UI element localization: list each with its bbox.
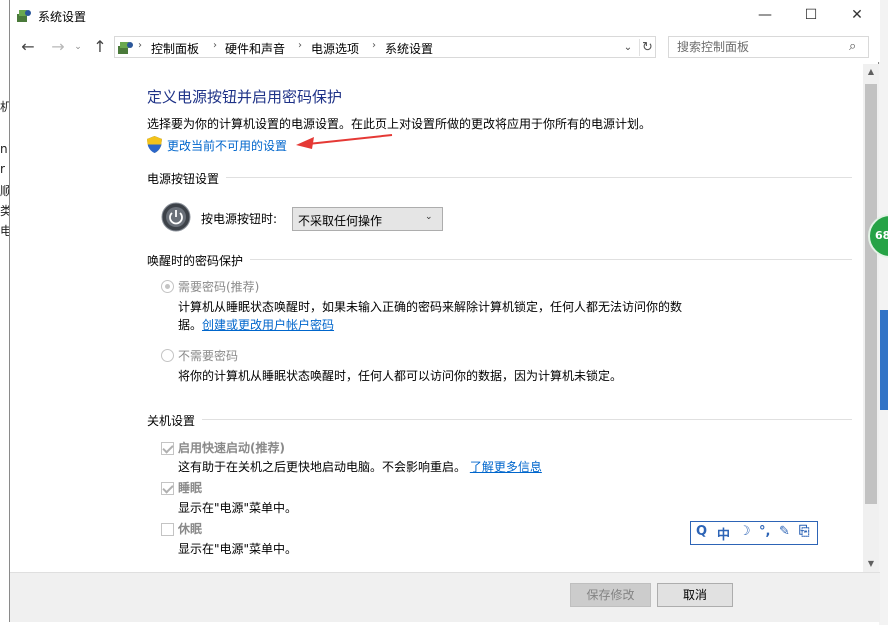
background-text: 电 <box>0 224 9 238</box>
sleep-label: 睡眠 <box>178 481 203 495</box>
require-password-description-tail: 据。 <box>178 318 203 332</box>
background-text: 类 <box>0 204 9 218</box>
fast-startup-checkbox[interactable] <box>161 442 174 455</box>
forward-arrow-icon[interactable]: → <box>48 36 68 58</box>
maximize-button[interactable]: ☐ <box>788 0 834 30</box>
fast-startup-description-text: 这有助于在关机之后更快地启动电脑。不会影响重启。 <box>178 460 467 474</box>
ime-punctuation-icon[interactable]: °, <box>759 524 770 539</box>
ime-clipboard-icon[interactable]: ⎘ <box>799 524 809 539</box>
power-button-action-select[interactable]: 不采取任何操作 ⌄ <box>292 207 443 231</box>
minimize-button[interactable]: — <box>742 0 788 30</box>
breadcrumb-separator-icon: › <box>213 40 217 51</box>
require-password-radio[interactable] <box>161 280 174 293</box>
hibernate-description: 显示在"电源"菜单中。 <box>178 542 298 556</box>
no-password-description: 将你的计算机从睡眠状态唤醒时，任何人都可以访问你的数据，因为计算机未锁定。 <box>178 369 623 383</box>
fast-startup-label: 启用快速启动(推荐) <box>178 441 285 455</box>
no-password-label: 不需要密码 <box>178 349 239 363</box>
control-panel-icon <box>118 42 133 54</box>
close-button[interactable]: ✕ <box>834 0 880 30</box>
vertical-scrollbar[interactable]: ▲ ▼ <box>863 64 879 572</box>
power-button-icon <box>161 202 191 232</box>
power-options-app-icon <box>17 10 31 22</box>
search-box: ⌕ <box>668 36 869 58</box>
background-text: 机 <box>0 100 9 114</box>
address-dropdown-chevron-icon[interactable]: ⌄ <box>620 39 636 56</box>
title-bar[interactable]: 系统设置 — ☐ ✕ <box>10 0 880 32</box>
save-changes-button[interactable]: 保存修改 <box>570 583 651 607</box>
sleep-description: 显示在"电源"菜单中。 <box>178 501 298 515</box>
hibernate-label: 休眠 <box>178 522 203 536</box>
ime-chinese-mode-icon[interactable]: 中 <box>717 524 730 543</box>
background-text: r <box>0 162 5 176</box>
breadcrumb-power-options[interactable]: 电源选项 <box>311 40 359 57</box>
cancel-button[interactable]: 取消 <box>657 583 733 607</box>
uac-shield-icon <box>147 136 162 153</box>
background-text: n1 <box>0 142 9 156</box>
window-title: 系统设置 <box>38 10 87 24</box>
settings-content: 定义电源按钮并启用密码保护 选择要为你的计算机设置的电源设置。在此页上对设置所做… <box>10 64 862 572</box>
power-button-action-label: 按电源按钮时: <box>201 212 278 226</box>
system-settings-window: 系统设置 — ☐ ✕ ← → ⌄ ↑ › 控制面板 › 硬件和声音 › 电源选项… <box>9 0 880 622</box>
breadcrumb-hardware-sound[interactable]: 硬件和声音 <box>225 40 285 57</box>
chevron-down-icon: ⌄ <box>425 212 433 222</box>
require-password-description: 计算机从睡眠状态唤醒时，如果未输入正确的密码来解除计算机锁定，任何人都无法访问你… <box>178 300 683 314</box>
background-window-left: 机 n1 r 顺 类 电 <box>0 0 9 625</box>
breadcrumb-control-panel[interactable]: 控制面板 <box>151 40 199 57</box>
refresh-icon[interactable]: ↻ <box>639 39 655 56</box>
scroll-down-arrow-icon[interactable]: ▼ <box>863 556 879 572</box>
background-text: 顺 <box>0 184 9 198</box>
page-description: 选择要为你的计算机设置的电源设置。在此页上对设置所做的更改将应用于你所有的电源计… <box>147 117 652 131</box>
breadcrumb-separator-icon: › <box>298 40 302 51</box>
fast-startup-description: 这有助于在关机之后更快地启动电脑。不会影响重启。 了解更多信息 <box>178 458 542 475</box>
section-divider <box>226 177 852 178</box>
section-divider <box>250 259 852 260</box>
power-button-section-heading: 电源按钮设置 <box>147 172 220 186</box>
require-password-description-cont: 据。创建或更改用户帐户密码 <box>178 316 334 333</box>
address-bar[interactable]: › 控制面板 › 硬件和声音 › 电源选项 › 系统设置 ⌄ ↻ <box>114 36 656 58</box>
sleep-checkbox[interactable] <box>161 482 174 495</box>
up-arrow-icon[interactable]: ↑ <box>90 36 110 58</box>
back-arrow-icon[interactable]: ← <box>18 36 38 58</box>
ime-search-icon[interactable]: Q <box>696 524 707 539</box>
recent-locations-chevron-icon[interactable]: ⌄ <box>68 36 88 58</box>
scrollbar-thumb[interactable] <box>865 84 877 504</box>
require-password-label: 需要密码(推荐) <box>178 280 260 294</box>
background-window-right <box>879 0 888 625</box>
dialog-footer: 保存修改 取消 <box>10 572 880 622</box>
page-title: 定义电源按钮并启用密码保护 <box>147 88 343 106</box>
breadcrumb-system-settings[interactable]: 系统设置 <box>385 40 433 57</box>
shutdown-section-heading: 关机设置 <box>147 414 196 428</box>
create-change-password-link[interactable]: 创建或更改用户帐户密码 <box>202 318 334 332</box>
red-arrow-annotation-icon <box>296 134 393 149</box>
learn-more-link[interactable]: 了解更多信息 <box>470 460 542 474</box>
no-password-radio[interactable] <box>161 349 174 362</box>
breadcrumb-separator-icon: › <box>138 40 142 51</box>
ime-toolbar: Q 中 ☽ °, ✎ ⎘ <box>690 521 818 545</box>
ime-tools-wrench-icon[interactable]: ✎ <box>779 524 790 539</box>
password-section-heading: 唤醒时的密码保护 <box>147 254 244 268</box>
search-input[interactable] <box>669 37 844 57</box>
background-blue-bar <box>880 310 888 410</box>
section-divider <box>202 419 852 420</box>
scroll-up-arrow-icon[interactable]: ▲ <box>863 64 879 80</box>
ime-half-width-moon-icon[interactable]: ☽ <box>739 524 751 539</box>
change-unavailable-settings-link[interactable]: 更改当前不可用的设置 <box>167 137 287 154</box>
breadcrumb-separator-icon: › <box>372 40 376 51</box>
search-icon[interactable]: ⌕ <box>849 39 856 54</box>
hibernate-checkbox[interactable] <box>161 523 174 536</box>
power-button-action-value: 不采取任何操作 <box>298 214 383 228</box>
